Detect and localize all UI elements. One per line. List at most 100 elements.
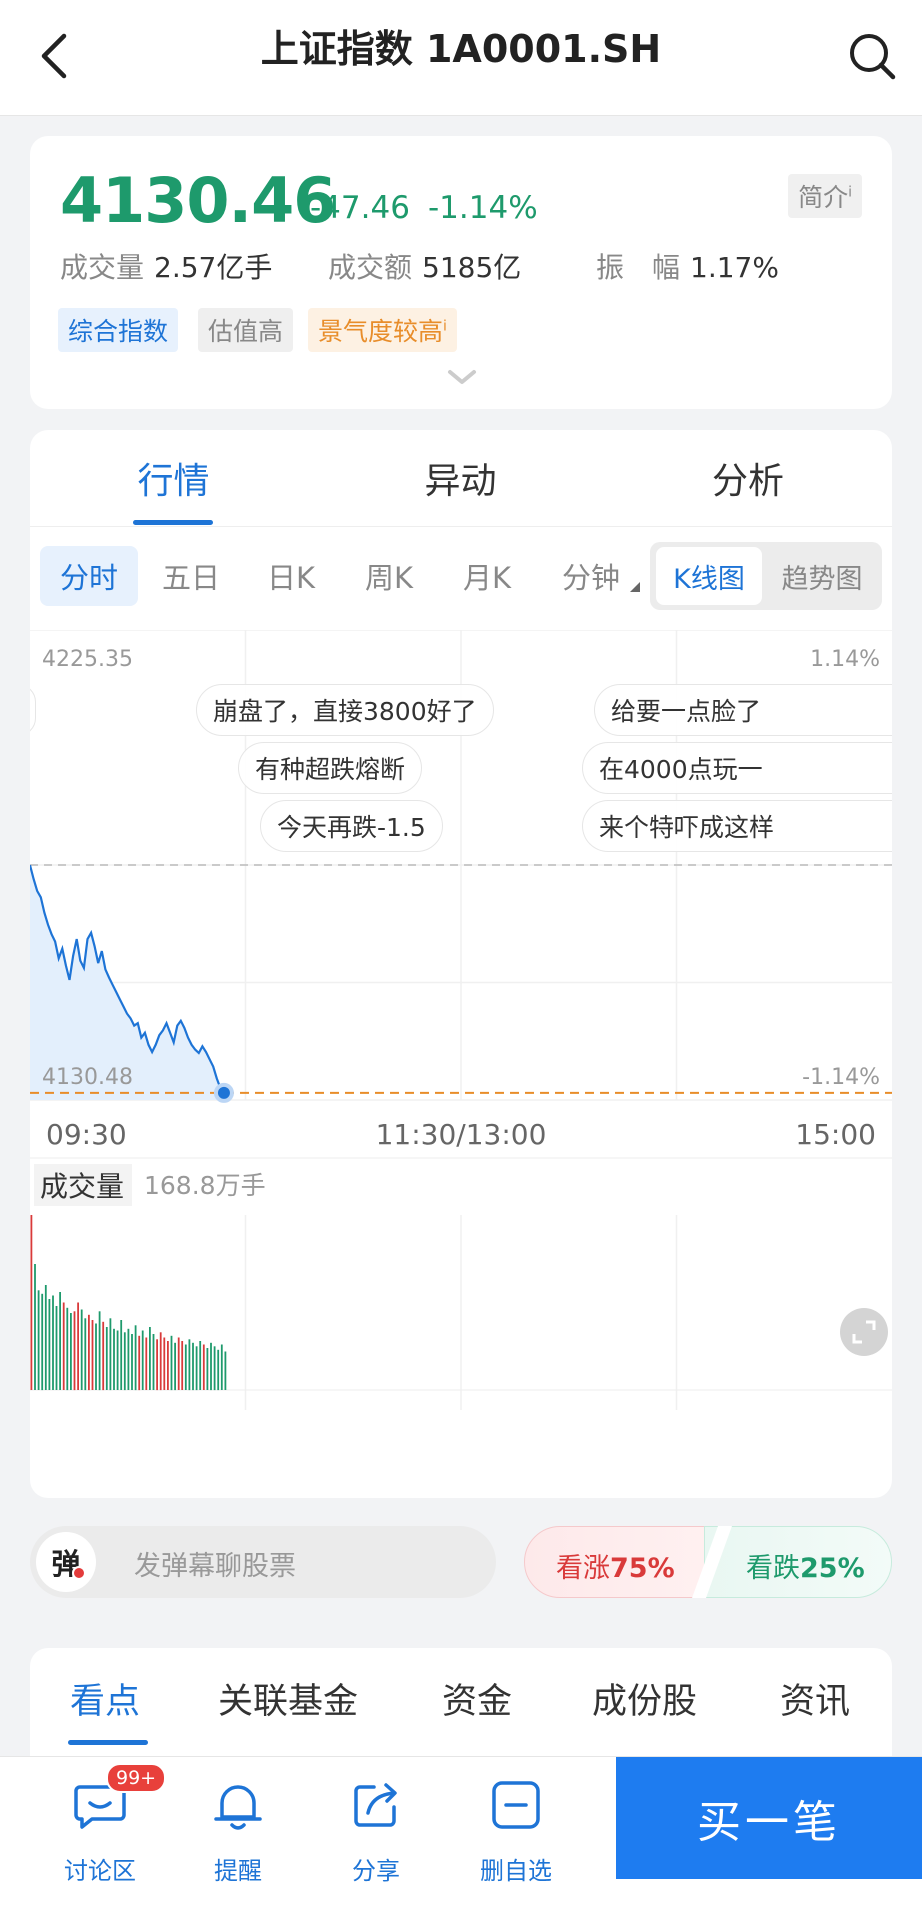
alert-label: 提醒 [214,1857,262,1885]
divider [30,526,892,527]
volume-bar [55,1306,58,1390]
mode-kline[interactable]: K线图 [656,547,762,605]
share-label: 分享 [352,1857,400,1885]
active-tab-indicator [133,520,213,525]
volume-bar [224,1351,227,1390]
active-tab-indicator [68,1740,148,1745]
tab-market[interactable]: 行情 [30,430,317,526]
volume-bar [131,1334,133,1390]
volume-bar [105,1327,108,1390]
tag-high-valuation[interactable]: 估值高 [198,308,294,352]
split-divider [692,1526,732,1598]
period-five-day[interactable]: 五日 [142,546,240,606]
discuss-button[interactable]: 99+ 讨论区 [50,1763,167,1891]
volume-bar [195,1346,198,1391]
dropdown-corner-icon [630,582,640,592]
tab-unusual-moves[interactable]: 异动 [317,430,604,526]
content-tabs: 看点 关联基金 资金 成份股 资讯 [30,1648,892,1758]
volume-bar [88,1314,90,1391]
danmaku-bubble: 今天再跌-1.5 [260,800,443,852]
period-minute-label: 分钟 [561,561,620,595]
volume-bar [188,1339,191,1391]
info-icon: i [443,318,447,335]
x-tick-midday: 11:30/13:00 [376,1118,547,1151]
danmaku-input[interactable]: 弹 发弹幕聊股票 [30,1526,496,1598]
remove-watchlist-label: 删自选 [480,1857,552,1885]
danmaku-bubble: 来个特吓成这样 [582,800,892,852]
share-button[interactable]: 分享 [326,1771,426,1891]
bull-percent: 75% [610,1553,675,1584]
volume-bar [145,1337,148,1390]
volume-bar [62,1302,65,1390]
page-title: 上证指数 1A0001.SH [260,27,662,71]
top-nav-bar: 上证指数 1A0001.SH [0,0,922,116]
danmaku-bubble: 给要一点脸了 [594,684,892,736]
x-tick-open: 09:30 [46,1118,127,1151]
remove-watchlist-button[interactable]: 删自选 [466,1771,566,1891]
danmaku-bubble: 崩盘了，直接3800好了 [196,684,494,736]
tab-highlights[interactable]: 看点 [70,1648,140,1748]
danmaku-toggle[interactable]: 弹 [36,1532,96,1592]
turnover-value: 5185亿 [422,251,522,284]
chevron-down-icon[interactable] [446,366,478,390]
tab-news[interactable]: 资讯 [780,1648,850,1748]
volume-bar [95,1323,97,1390]
tag-high-prosperity[interactable]: 景气度较高i [308,308,457,352]
volume-bar [91,1320,94,1390]
volume-value: 2.57亿手 [154,251,273,284]
volume-label: 成交量 [60,251,145,284]
tab-capital-flow[interactable]: 资金 [442,1648,512,1748]
volume-bar [120,1320,123,1390]
volume-bar [41,1293,44,1391]
volume-bar [77,1302,79,1390]
search-button[interactable] [844,28,900,84]
tab-related-funds[interactable]: 关联基金 [218,1648,358,1748]
period-daily-k[interactable]: 日K [242,546,340,606]
tag-composite-index[interactable]: 综合指数 [58,308,179,352]
danmaku-bubble: 有种超跌熔断 [238,742,423,794]
pct-axis-bottom-label: -1.14% [802,1065,880,1090]
volume-bar [174,1342,176,1391]
volume-bar [217,1349,220,1391]
period-weekly-k[interactable]: 周K [340,546,438,606]
intro-button[interactable]: 简介i [788,174,862,218]
turnover-stat: 成交额 5185亿 [328,246,521,286]
volume-stat: 成交量 2.57亿手 [60,246,272,286]
volume-bar [167,1341,169,1390]
bell-icon [214,1785,262,1830]
period-minute[interactable]: 分钟 [536,546,646,606]
volume-bar [181,1341,184,1390]
tab-analysis[interactable]: 分析 [604,430,892,526]
fullscreen-button[interactable] [840,1308,888,1356]
search-icon [850,34,896,80]
bear-percent: 25% [800,1553,865,1584]
tab-constituents[interactable]: 成份股 [592,1648,697,1748]
volume-bar [116,1330,119,1390]
volume-bar [199,1341,202,1390]
intro-label: 简介 [798,183,849,212]
danmaku-bubble: 在4000点玩一 [582,742,892,794]
toggle-dot-icon [72,1566,86,1580]
last-price-dot [213,1082,234,1103]
chart-card: 行情 异动 分析 分时 五日 日K 周K 月K 分钟 K线图 趋势图 4225.… [30,430,892,1498]
pct-axis-top-label: 1.14% [810,647,880,672]
turnover-label: 成交额 [328,251,413,284]
expand-icon [852,1320,876,1344]
y-axis-top-label: 4225.35 [42,647,133,672]
danmaku-placeholder: 发弹幕聊股票 [134,1551,296,1582]
amplitude-value: 1.17% [690,251,779,284]
volume-bar [59,1292,61,1390]
alert-button[interactable]: 提醒 [188,1771,288,1891]
mode-trend[interactable]: 趋势图 [766,547,878,605]
tag-high-prosperity-label: 景气度较高 [318,317,444,346]
period-intraday[interactable]: 分时 [40,546,138,606]
volume-bar [73,1311,76,1391]
volume-bar [206,1348,209,1390]
discuss-label: 讨论区 [64,1857,136,1885]
volume-bar [213,1346,216,1391]
period-monthly-k[interactable]: 月K [438,546,536,606]
buy-button[interactable]: 买一笔 [616,1757,922,1879]
volume-bar [127,1328,130,1390]
minus-square-icon [492,1781,540,1829]
bottom-action-bar: 99+ 讨论区 提醒 分享 删自选 买一笔 [0,1756,922,1907]
